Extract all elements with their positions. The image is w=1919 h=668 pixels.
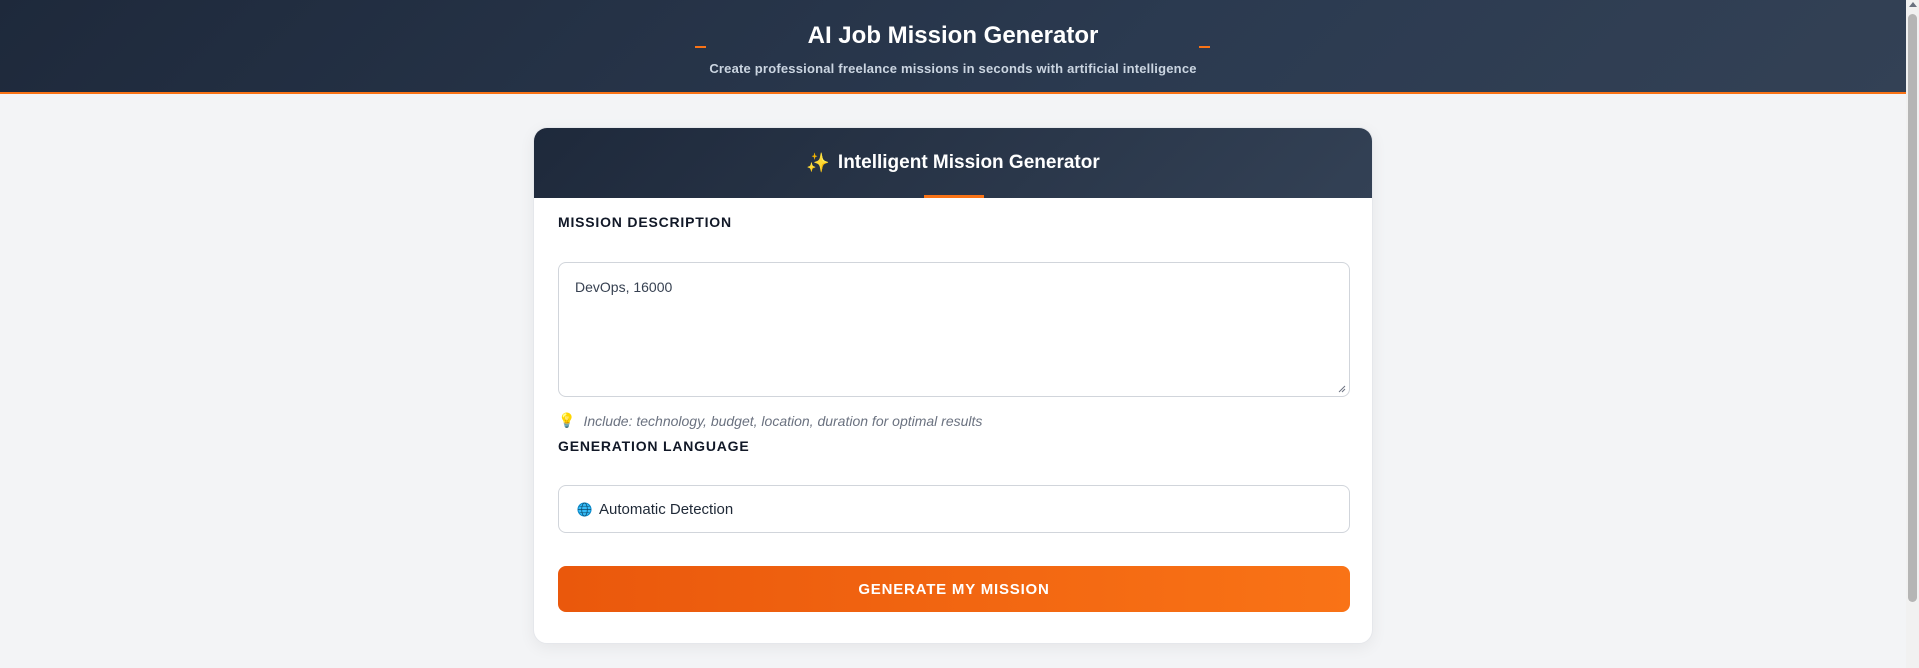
mission-hint-text: Include: technology, budget, location, d… [583,412,983,429]
app-subtitle: Create professional freelance missions i… [709,61,1197,76]
card-header-accent [924,195,984,198]
resize-grip-icon[interactable] [1338,385,1346,393]
generation-language-select[interactable]: Automatic Detection [558,485,1350,533]
mission-description-value: DevOps, 16000 [575,279,673,295]
mission-description-textarea[interactable]: DevOps, 16000 [558,262,1350,397]
card-header: ✨ Intelligent Mission Generator [534,128,1372,198]
scroll-up-arrow-icon[interactable] [1909,2,1917,7]
mission-hint: 💡 Include: technology, budget, location,… [558,412,982,429]
generation-language-label: GENERATION LANGUAGE [558,438,750,454]
page: AI Job Mission Generator Create professi… [0,0,1919,668]
generation-language-value: Automatic Detection [599,500,734,518]
globe-icon [577,501,592,517]
generate-mission-button[interactable]: GENERATE MY MISSION [558,566,1350,612]
app-header: AI Job Mission Generator Create professi… [0,0,1906,94]
card-title: Intelligent Mission Generator [837,152,1100,173]
sparkles-icon: ✨ [806,153,830,174]
mission-generator-card: ✨ Intelligent Mission Generator MISSION … [533,127,1373,644]
mission-description-label: MISSION DESCRIPTION [558,214,732,230]
page-scrollbar[interactable] [1906,0,1919,668]
scrollbar-thumb[interactable] [1908,14,1917,602]
lightbulb-icon: 💡 [558,412,576,428]
app-title: AI Job Mission Generator [807,22,1099,49]
header-right-accent [1199,46,1210,48]
